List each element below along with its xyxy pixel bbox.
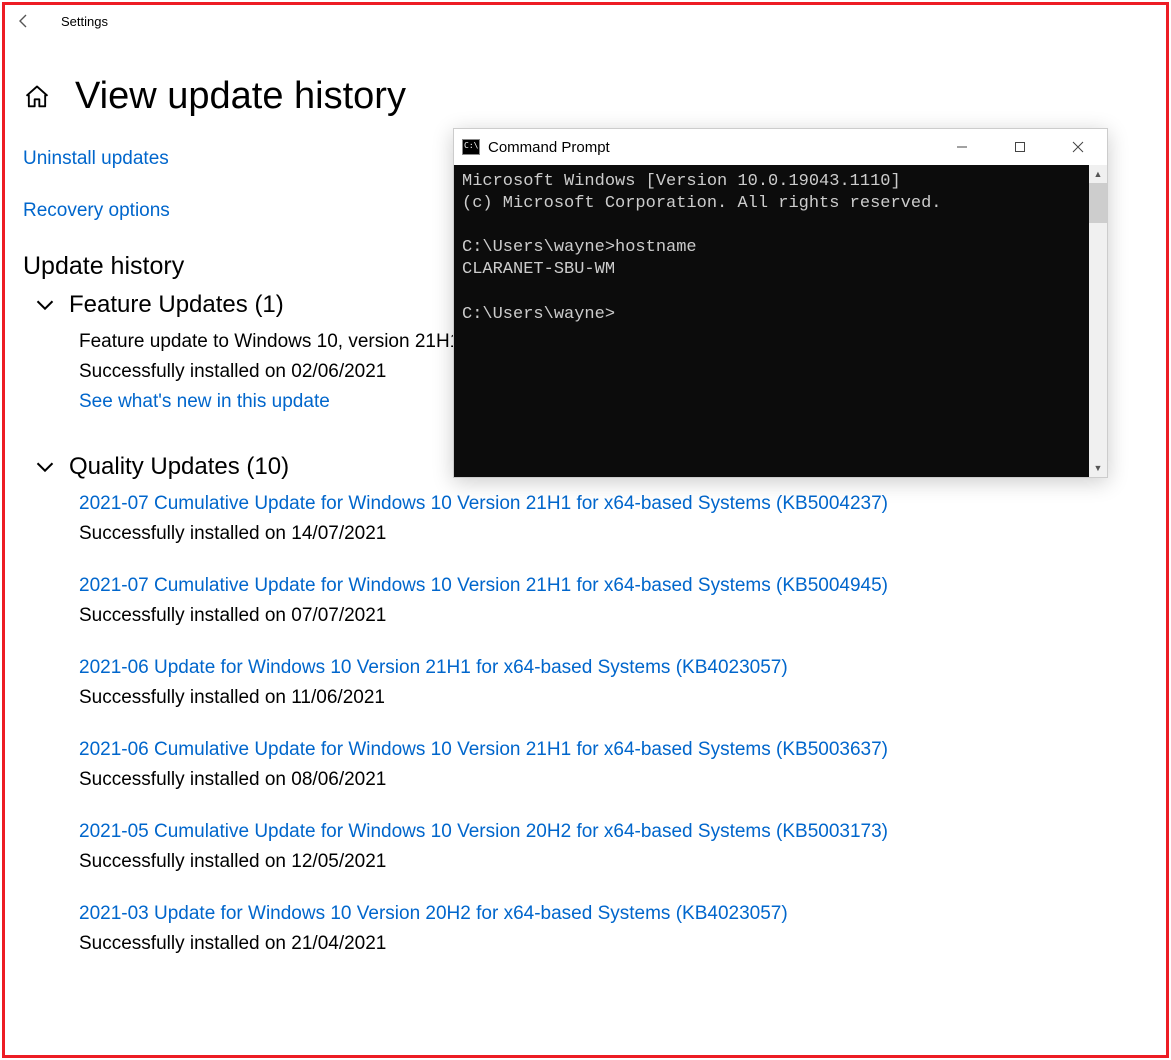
close-button[interactable] — [1049, 129, 1107, 165]
quality-update-status: Successfully installed on 21/04/2021 — [79, 933, 1166, 955]
quality-update-link[interactable]: 2021-07 Cumulative Update for Windows 10… — [79, 493, 1166, 515]
quality-update-link[interactable]: 2021-05 Cumulative Update for Windows 10… — [79, 821, 1166, 843]
maximize-button[interactable] — [991, 129, 1049, 165]
quality-update-item: 2021-06 Update for Windows 10 Version 21… — [79, 657, 1166, 709]
quality-update-link[interactable]: 2021-06 Cumulative Update for Windows 10… — [79, 739, 1166, 761]
back-button[interactable] — [15, 12, 33, 30]
quality-update-status: Successfully installed on 08/06/2021 — [79, 769, 1166, 791]
quality-update-link[interactable]: 2021-07 Cumulative Update for Windows 10… — [79, 575, 1166, 597]
quality-update-link[interactable]: 2021-03 Update for Windows 10 Version 20… — [79, 903, 1166, 925]
feature-updates-title: Feature Updates (1) — [69, 291, 284, 319]
titlebar: Settings — [5, 5, 1166, 37]
minimize-button[interactable] — [933, 129, 991, 165]
cmd-scrollbar[interactable]: ▲ ▼ — [1089, 165, 1107, 477]
cmd-output[interactable]: Microsoft Windows [Version 10.0.19043.11… — [454, 165, 1089, 477]
quality-update-status: Successfully installed on 11/06/2021 — [79, 687, 1166, 709]
quality-update-status: Successfully installed on 12/05/2021 — [79, 851, 1166, 873]
chevron-down-icon — [35, 295, 55, 315]
cmd-title: Command Prompt — [488, 139, 933, 156]
quality-update-status: Successfully installed on 14/07/2021 — [79, 523, 1166, 545]
cmd-app-icon — [462, 139, 480, 155]
command-prompt-window[interactable]: Command Prompt Microsoft Windows [Versio… — [453, 128, 1108, 478]
quality-updates-title: Quality Updates (10) — [69, 453, 289, 481]
cmd-titlebar[interactable]: Command Prompt — [454, 129, 1107, 165]
scroll-down-arrow-icon[interactable]: ▼ — [1089, 459, 1107, 477]
scroll-track[interactable] — [1089, 223, 1107, 459]
page-header: View update history — [23, 75, 1166, 118]
quality-update-status: Successfully installed on 07/07/2021 — [79, 605, 1166, 627]
app-title: Settings — [61, 14, 108, 29]
quality-update-item: 2021-07 Cumulative Update for Windows 10… — [79, 575, 1166, 627]
cmd-body: Microsoft Windows [Version 10.0.19043.11… — [454, 165, 1107, 477]
scroll-up-arrow-icon[interactable]: ▲ — [1089, 165, 1107, 183]
chevron-down-icon — [35, 457, 55, 477]
quality-update-item: 2021-07 Cumulative Update for Windows 10… — [79, 493, 1166, 545]
cmd-window-controls — [933, 129, 1107, 165]
home-icon[interactable] — [23, 83, 51, 111]
quality-update-link[interactable]: 2021-06 Update for Windows 10 Version 21… — [79, 657, 1166, 679]
page-title: View update history — [75, 75, 406, 118]
quality-update-item: 2021-06 Cumulative Update for Windows 10… — [79, 739, 1166, 791]
quality-update-item: 2021-05 Cumulative Update for Windows 10… — [79, 821, 1166, 873]
scroll-thumb[interactable] — [1089, 183, 1107, 223]
quality-update-item: 2021-03 Update for Windows 10 Version 20… — [79, 903, 1166, 955]
